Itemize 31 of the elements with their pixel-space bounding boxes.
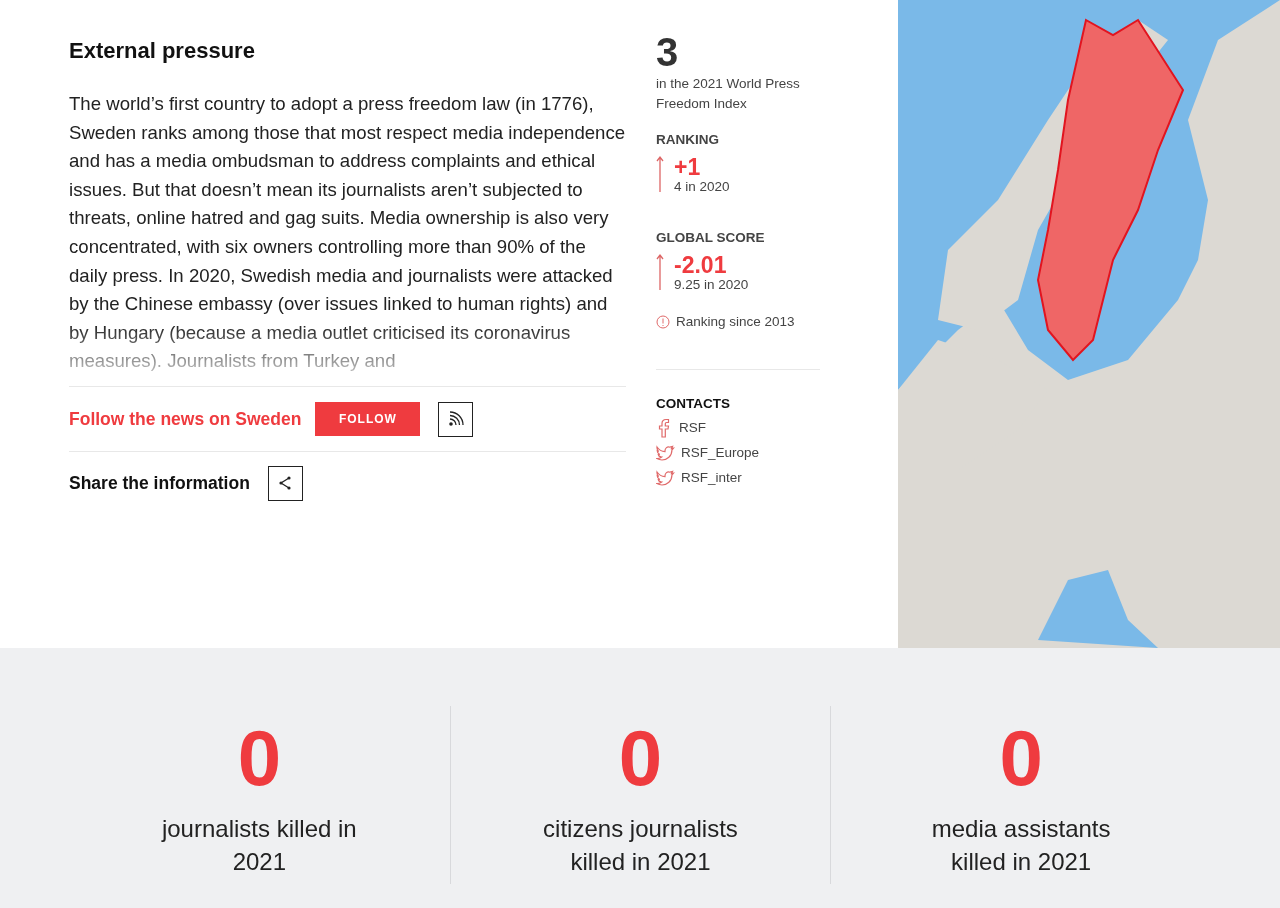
stat-number: 0 [618,718,663,798]
share-label: Share the information [69,472,250,494]
follow-button[interactable]: FOLLOW [315,402,421,436]
stat-number: 0 [999,718,1043,798]
contact-link[interactable]: RSF_inter [656,465,820,490]
ranking-note: Ranking since 2013 [676,314,795,329]
section-heading: External pressure [69,38,256,64]
metric-change: +1 [674,155,702,179]
rank-caption: in the 2021 World Press Freedom Index [656,75,801,113]
metric-title: RANKING [656,132,720,147]
bird-icon [656,444,675,461]
metric-title: GLOBAL SCORE [656,230,766,245]
info-icon [656,314,670,329]
stat-label: citizens journalists killed in 2021 [542,814,739,877]
bird-icon [656,469,675,486]
contacts-title: CONTACTS [656,396,731,411]
metric-change: -2.01 [674,253,728,277]
rank-number: 3 [656,32,680,72]
follow-label: Follow the news on Sweden [69,408,302,430]
share-button[interactable] [267,465,303,501]
rss-icon [447,411,464,427]
metric-previous: 4 in 2020 [674,179,730,194]
stat-number: 0 [237,718,281,798]
contact-link[interactable]: RSF_Europe [656,440,820,465]
stat-label: journalists killed in 2021 [160,814,358,877]
metric-previous: 9.25 in 2020 [674,277,749,292]
article-paragraph: The world’s first country to adopt a press freedom law (in 1776), Sweden ranks among those that most respect media independence and has a media ombudsman to address complaints and ethical issues. But that doesn’t mean its journalists aren’t subjected to threats, online hatred and gag suits. Media ownership is also very concentrated, with six owners controlling more than 90% of the daily press. In 2020, Swedish media and journalists were attacked by the Chinese embassy (over issues linked to human rights) and by Hungary (because a media outlet criticised its coronavirus measures). Journalists from Turkey and [69,92,626,374]
contact-link[interactable]: RSF [656,415,820,440]
rss-button[interactable] [438,401,474,437]
stat-label: media assistants killed in 2021 [930,814,1112,877]
share-icon [278,476,293,490]
